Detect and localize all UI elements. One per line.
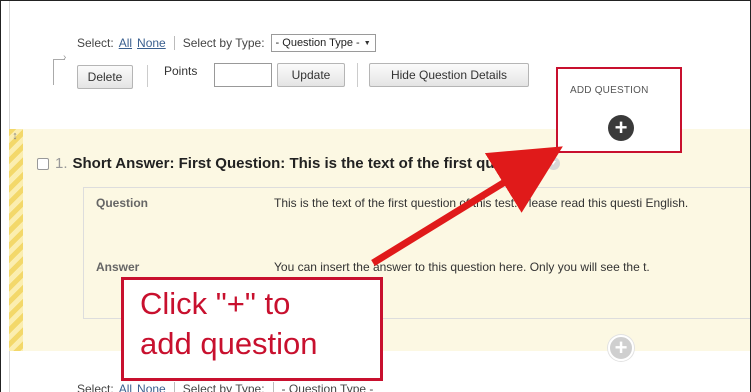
- drag-handle-icon[interactable]: ↕: [10, 129, 20, 145]
- divider: [357, 63, 358, 87]
- question-type-value[interactable]: - Question Type -: [282, 382, 374, 392]
- question-text: This is the text of the first question o…: [274, 196, 689, 210]
- question-checkbox[interactable]: [37, 157, 49, 170]
- add-question-label: ADD QUESTION: [570, 85, 649, 96]
- question-type-select[interactable]: - Question Type - ▼: [270, 34, 376, 52]
- points-label: Points: [164, 64, 198, 78]
- callout-text: Click "+" to add question: [140, 286, 318, 361]
- divider: [272, 382, 274, 392]
- divider: [173, 382, 175, 392]
- answer-text: You can insert the answer to this questi…: [274, 260, 650, 274]
- select-all-link[interactable]: All: [119, 36, 132, 50]
- instruction-callout: Click "+" to add question: [121, 277, 383, 381]
- plus-circle-icon[interactable]: +: [608, 335, 634, 361]
- select-none-link[interactable]: None: [137, 382, 166, 392]
- update-button[interactable]: Update: [277, 63, 345, 87]
- drag-stripe[interactable]: ↕: [9, 129, 23, 351]
- select-label: Select:: [77, 36, 114, 50]
- select-by-type-label: Select by Type:: [182, 382, 265, 392]
- delete-button[interactable]: Delete: [77, 65, 133, 89]
- select-by-type-label: Select by Type:: [182, 36, 265, 50]
- plus-circle-icon[interactable]: +: [608, 115, 634, 141]
- question-title-row: 1. Short Answer: First Question: This is…: [37, 155, 560, 172]
- add-question-zone[interactable]: ADD QUESTION +: [556, 67, 682, 153]
- question-label: Question: [96, 196, 149, 210]
- answer-label: Answer: [96, 260, 140, 274]
- chevron-down-icon: ▼: [363, 39, 371, 47]
- select-none-link[interactable]: None: [137, 36, 166, 50]
- select-label: Select:: [77, 382, 114, 392]
- question-menu-chevron-icon[interactable]: [547, 157, 560, 170]
- test-canvas: Select: All None Select by Type: - Quest…: [0, 0, 751, 392]
- select-row: Select: All None Select by Type: - Quest…: [77, 33, 376, 53]
- question-type-value: - Question Type -: [275, 37, 360, 49]
- select-all-link[interactable]: All: [119, 382, 132, 392]
- question-title: Short Answer: First Question: This is th…: [72, 155, 542, 172]
- divider: [147, 65, 148, 87]
- bracket-arrow-icon: ›: [63, 52, 67, 63]
- bottom-select-row: Select: All None Select by Type: - Quest…: [77, 382, 373, 392]
- question-number: 1.: [55, 155, 68, 172]
- divider: [173, 36, 175, 50]
- points-input[interactable]: [214, 63, 272, 87]
- hide-question-details-button[interactable]: Hide Question Details: [369, 63, 529, 87]
